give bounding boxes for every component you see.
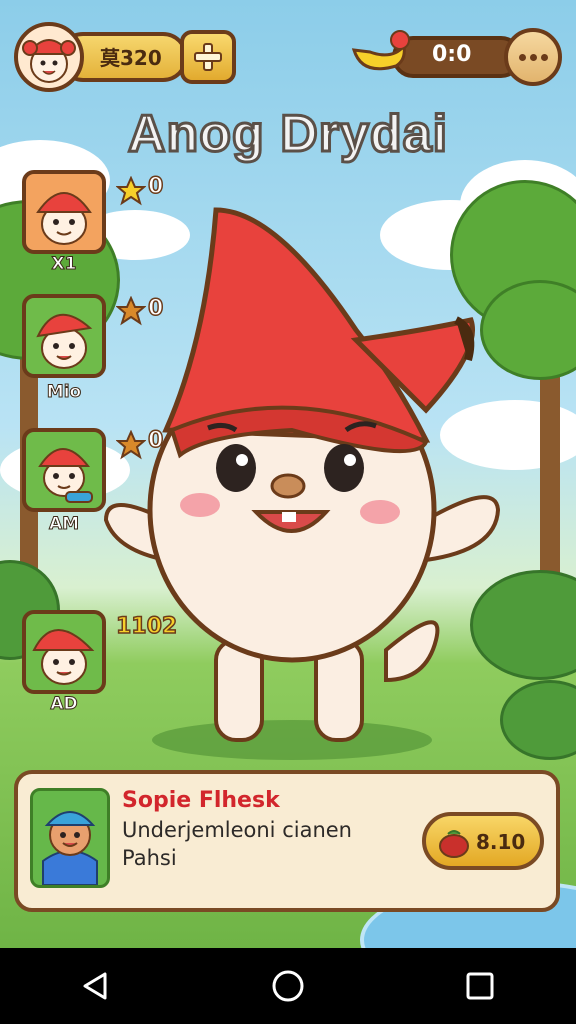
score-value: 0:0 xyxy=(432,42,472,67)
gnome-avatar-icon xyxy=(36,192,92,245)
gnome-avatar-icon xyxy=(36,313,93,369)
recents-button[interactable] xyxy=(450,956,510,1016)
home-button[interactable] xyxy=(258,956,318,1016)
bush xyxy=(500,680,576,760)
recents-icon xyxy=(466,972,494,1000)
back-button[interactable] xyxy=(66,956,126,1016)
character-card[interactable] xyxy=(22,294,106,378)
buy-price: 8.10 xyxy=(476,830,526,854)
helper-name: Sopie Flhesk xyxy=(122,788,280,813)
system-nav-bar xyxy=(0,948,576,1024)
banana-icon xyxy=(351,30,410,71)
helper-avatar xyxy=(30,788,110,888)
more-icon xyxy=(517,53,550,61)
top-hud: 莫320 0:0 xyxy=(0,0,576,100)
character-card[interactable] xyxy=(22,170,106,254)
character-name: AM xyxy=(48,514,80,535)
character-name: Mio xyxy=(46,382,82,403)
gnome-avatar-icon xyxy=(38,448,93,503)
more-menu-button[interactable] xyxy=(504,28,562,86)
plus-icon xyxy=(194,43,222,71)
helper-dialog-line: Underjemleoni cianen xyxy=(122,818,352,842)
fruit-bag-icon xyxy=(439,830,469,858)
gnome-avatar-icon xyxy=(32,629,95,685)
add-currency-button[interactable] xyxy=(180,30,236,84)
currency-amount: 莫320 xyxy=(100,46,162,70)
back-icon xyxy=(83,972,107,1000)
character-name: X1 xyxy=(51,254,77,275)
mascot-character[interactable] xyxy=(96,200,508,760)
game-title: Anog Drydai xyxy=(126,104,449,165)
gnome-avatar-icon xyxy=(22,39,76,83)
character-card[interactable] xyxy=(22,610,106,694)
player-avatar[interactable] xyxy=(14,22,84,92)
character-name: AD xyxy=(50,694,78,715)
boy-avatar-icon xyxy=(42,811,98,885)
home-icon xyxy=(272,970,304,1002)
star-count: 0 xyxy=(147,173,164,200)
character-card[interactable] xyxy=(22,428,106,512)
helper-dialog-line: Pahsi xyxy=(122,846,177,870)
